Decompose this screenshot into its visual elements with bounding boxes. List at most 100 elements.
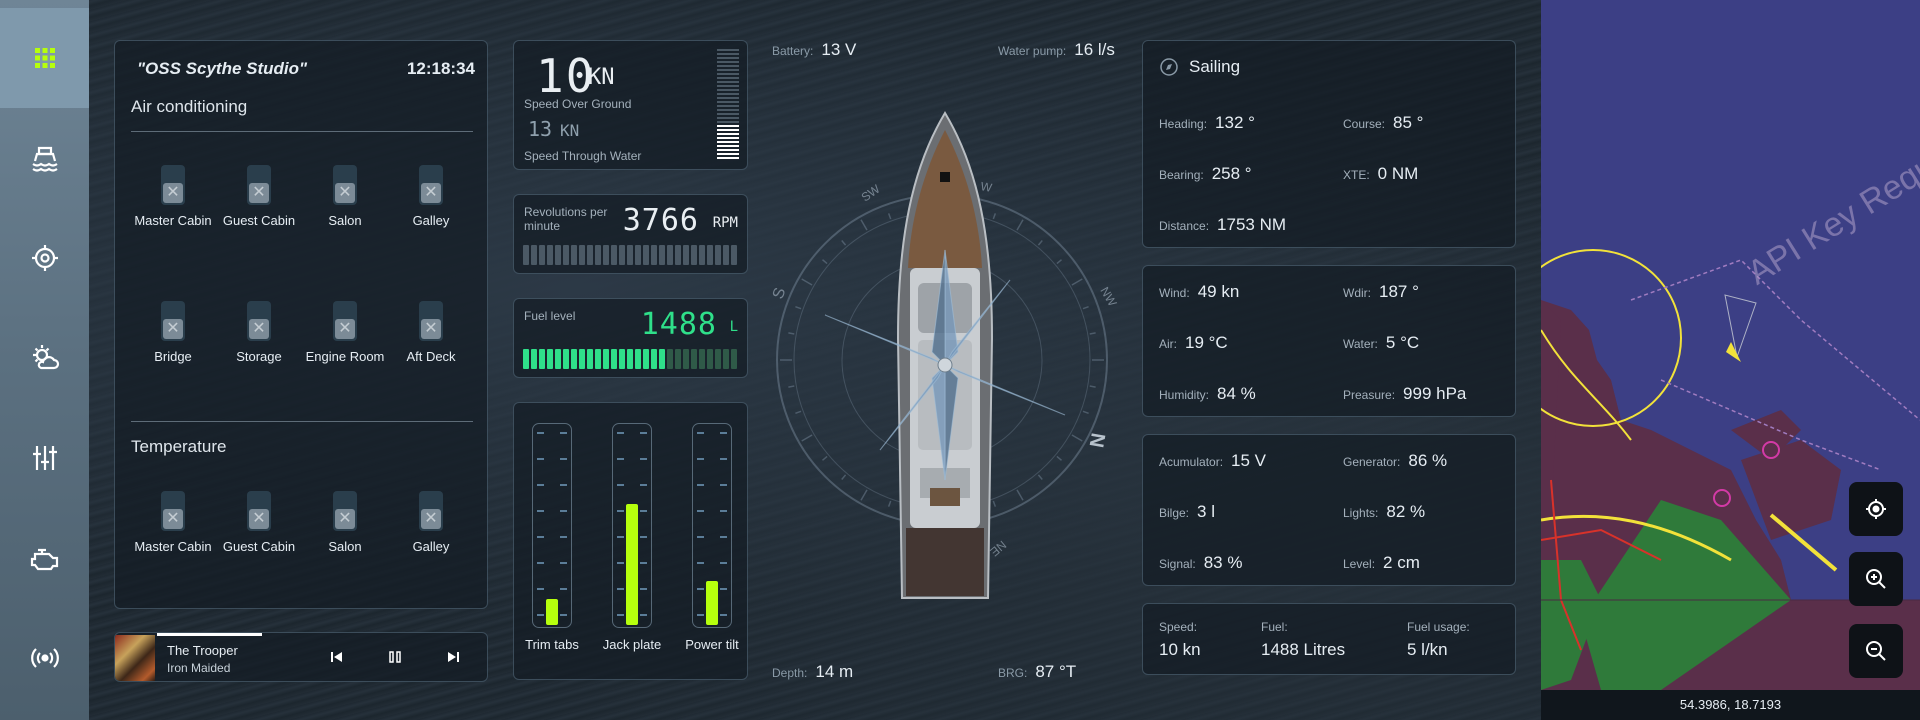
gauge-tick (537, 536, 544, 538)
switch-label: Engine Room (305, 349, 385, 364)
center-location-button[interactable] (1849, 482, 1903, 536)
ac-switch-guest-cabin[interactable]: ✕ Guest Cabin (219, 165, 299, 229)
ac-switch-engine-room[interactable]: ✕ Engine Room (305, 301, 385, 365)
ac-switch-galley[interactable]: ✕ Galley (391, 165, 471, 229)
temp-switch-galley[interactable]: ✕ Galley (391, 491, 471, 555)
ac-switch-master-cabin[interactable]: ✕ Master Cabin (133, 165, 213, 229)
track-progress-bar[interactable] (157, 633, 262, 636)
ac-switch-salon[interactable]: ✕ Salon (305, 165, 385, 229)
compass-label-s: S (770, 286, 789, 302)
radio-signal-icon (30, 648, 59, 668)
sidebar-item-weather[interactable] (0, 308, 89, 408)
compass-tick (1089, 332, 1096, 335)
gauge-tick (640, 536, 647, 538)
next-icon (448, 652, 459, 662)
ac-switch-aft-deck[interactable]: ✕ Aft Deck (391, 301, 471, 365)
gauge-tick (617, 536, 624, 538)
sidebar-item-dashboard[interactable] (0, 8, 89, 108)
sog-value: 10 (536, 49, 596, 103)
bar-segment (587, 245, 593, 265)
previous-track-button[interactable] (325, 645, 349, 669)
brg-readout: BRG: 87 °T (998, 662, 1077, 681)
fuel-label: Fuel level (524, 309, 576, 323)
gauge-tick (640, 562, 647, 564)
sidebar-item-controls[interactable] (0, 408, 89, 508)
compass-icon (1160, 58, 1178, 76)
bearing-readout: Bearing: 258 ° (1159, 164, 1252, 183)
heading-readout: Heading: 132 ° (1159, 113, 1255, 132)
speed-level-segment (717, 125, 739, 127)
signal-readout: Signal: 83 % (1159, 553, 1243, 572)
gauge-tick (697, 510, 704, 512)
ship-icon (31, 146, 58, 172)
chart-map[interactable]: API Key Requ 54.3986, 18.7193 (1541, 0, 1920, 720)
stw-value: 13 (528, 117, 553, 141)
switch-label: Galley (412, 213, 450, 228)
bar-segment (619, 245, 625, 265)
bar-segment (603, 245, 609, 265)
ac-switch-storage[interactable]: ✕ Storage (219, 301, 299, 365)
clock: 12:18:34 (406, 59, 475, 78)
bar-segment (547, 349, 553, 369)
pause-button[interactable] (383, 645, 407, 669)
gauge-tick (640, 484, 647, 486)
compass-tick (801, 278, 813, 286)
divider (131, 421, 473, 422)
sidebar-item-signal[interactable] (0, 608, 89, 708)
speed-level-segment (717, 153, 739, 155)
gauge-tick (697, 536, 704, 538)
compass-tick (1071, 434, 1083, 442)
temp-switch-guest-cabin[interactable]: ✕ Guest Cabin (219, 491, 299, 555)
power-tilt-gauge[interactable] (692, 423, 732, 628)
sidebar-item-navigation[interactable] (0, 208, 89, 308)
gauge-tick (617, 562, 624, 564)
fuel-value: 1488 (640, 307, 717, 342)
distance-readout: Distance: 1753 NM (1159, 215, 1287, 234)
bar-segment (723, 349, 729, 369)
fuel-summary-value: 1488 Litres (1261, 640, 1346, 659)
jack-plate-gauge[interactable] (612, 423, 652, 628)
bar-segment (699, 245, 705, 265)
gauge-tick (560, 510, 567, 512)
off-icon: ✕ (249, 183, 269, 203)
speed-level-segment (717, 141, 739, 143)
gauge-tick (617, 588, 624, 590)
bar-segment (627, 245, 633, 265)
bar-segment (587, 349, 593, 369)
pressure-readout: Preasure: 999 hPa (1343, 384, 1467, 403)
bar-segment (651, 245, 657, 265)
speed-level-segment (717, 81, 739, 83)
engine-icon (30, 548, 58, 571)
speed-panel: 10 KN Speed Over Ground 13 KN Speed Thro… (513, 40, 748, 170)
bar-segment (611, 349, 617, 369)
trim-tabs-gauge[interactable] (532, 423, 572, 628)
speed-level-segment (717, 157, 739, 159)
off-icon: ✕ (421, 509, 441, 529)
bar-segment (715, 245, 721, 265)
ac-switch-bridge[interactable]: ✕ Bridge (133, 301, 213, 365)
speed-level-segment (717, 69, 739, 71)
compass-label-nw: NW (1097, 285, 1119, 310)
environment-panel: Wind: 49 kn Wdir: 187 ° Air: 19 °C Water: 5 … (1142, 265, 1516, 417)
gauge-tick (537, 484, 544, 486)
bar-segment (651, 349, 657, 369)
bar-segment (611, 245, 617, 265)
gauge-tick (560, 562, 567, 564)
studio-title: "OSS Scythe Studio" (137, 59, 308, 78)
sidebar-item-ship[interactable] (0, 108, 89, 208)
sidebar-item-engine[interactable] (0, 508, 89, 608)
map-canvas (1541, 249, 1920, 690)
speed-level-segment (717, 77, 739, 79)
zoom-out-button[interactable] (1849, 624, 1903, 678)
song-title: The Trooper (167, 643, 238, 658)
next-track-button[interactable] (441, 645, 465, 669)
bar-segment (539, 349, 545, 369)
off-icon: ✕ (421, 183, 441, 203)
compass-tick (1016, 219, 1024, 231)
temp-switch-salon[interactable]: ✕ Salon (305, 491, 385, 555)
zoom-in-button[interactable] (1849, 552, 1903, 606)
temp-switch-master-cabin[interactable]: ✕ Master Cabin (133, 491, 213, 555)
grid-icon (34, 48, 55, 68)
bar-segment (627, 349, 633, 369)
off-icon: ✕ (249, 319, 269, 339)
